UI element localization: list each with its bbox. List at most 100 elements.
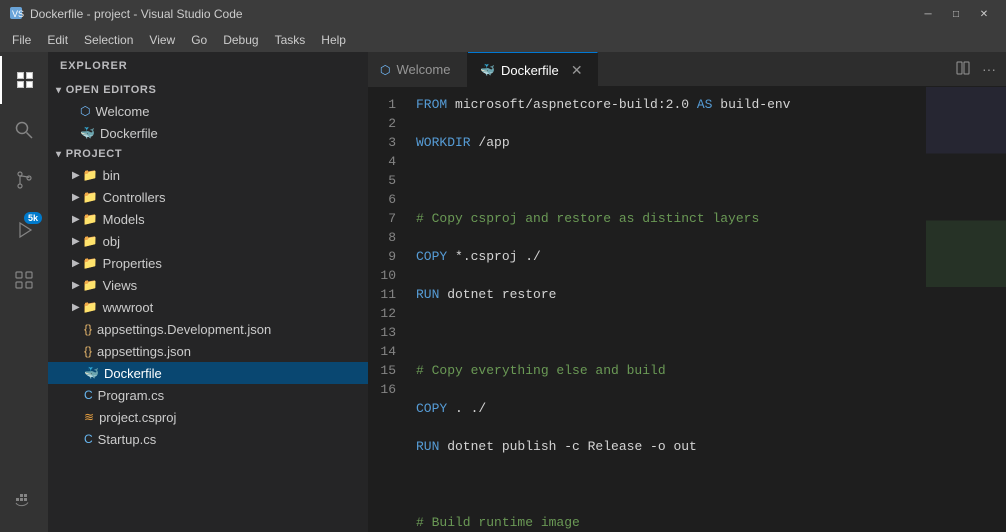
appsettings-icon: {} (84, 344, 92, 358)
file-startup-cs[interactable]: C Startup.cs (48, 428, 368, 450)
main-layout: 5k Explorer ▾ Open E (0, 52, 1006, 532)
tab-bar: ⬡ Welcome 🐳 Dockerfile ✕ ··· (368, 52, 1006, 87)
program-cs-label: Program.cs (98, 388, 164, 403)
models-chevron: ▶ (72, 214, 80, 225)
file-program-cs[interactable]: C Program.cs (48, 384, 368, 406)
startup-cs-label: Startup.cs (98, 432, 157, 447)
tab-dockerfile-close[interactable]: ✕ (569, 62, 585, 78)
tab-dockerfile-label: Dockerfile (501, 63, 559, 78)
minimap (926, 87, 1006, 532)
obj-label: obj (103, 234, 120, 249)
properties-chevron: ▶ (72, 258, 80, 269)
controllers-chevron: ▶ (72, 192, 80, 203)
properties-label: Properties (103, 256, 162, 271)
tab-welcome-label: Welcome (396, 62, 450, 77)
maximize-button[interactable]: □ (942, 0, 970, 28)
project-csproj-icon: ≋ (84, 410, 94, 424)
menu-bar: FileEditSelectionViewGoDebugTasksHelp (0, 28, 1006, 52)
tab-welcome[interactable]: ⬡ Welcome (368, 52, 468, 87)
views-chevron: ▶ (72, 280, 80, 291)
sidebar-title: Explorer (48, 52, 368, 80)
views-icon: 📁 (83, 278, 98, 292)
file-dockerfile[interactable]: 🐳 Dockerfile (48, 362, 368, 384)
file-project-csproj[interactable]: ≋ project.csproj (48, 406, 368, 428)
folder-bin[interactable]: ▶ 📁 bin (48, 164, 368, 186)
menu-item-selection[interactable]: Selection (76, 28, 141, 52)
activity-git[interactable] (0, 156, 48, 204)
line-numbers: 1 2 3 4 5 6 7 8 9 10 11 12 13 14 15 16 (368, 87, 408, 532)
sidebar: Explorer ▾ Open Editors ⬡ Welcome 🐳 Dock… (48, 52, 368, 532)
controllers-label: Controllers (103, 190, 166, 205)
activity-bar: 5k (0, 52, 48, 532)
dockerfile-open-icon: 🐳 (80, 126, 95, 140)
activity-docker[interactable] (0, 476, 48, 524)
editor-content: 1 2 3 4 5 6 7 8 9 10 11 12 13 14 15 16 F… (368, 87, 1006, 532)
appsettings-dev-label: appsettings.Development.json (97, 322, 271, 337)
folder-controllers[interactable]: ▶ 📁 Controllers (48, 186, 368, 208)
file-appsettings-dev[interactable]: {} appsettings.Development.json (48, 318, 368, 340)
startup-cs-icon: C (84, 432, 93, 446)
folder-properties[interactable]: ▶ 📁 Properties (48, 252, 368, 274)
properties-icon: 📁 (83, 256, 98, 270)
minimize-button[interactable]: ─ (914, 0, 942, 28)
menu-item-file[interactable]: File (4, 28, 39, 52)
tab-dockerfile-icon: 🐳 (480, 63, 495, 77)
wwwroot-label: wwwroot (103, 300, 154, 315)
project-csproj-label: project.csproj (99, 410, 176, 425)
file-appsettings[interactable]: {} appsettings.json (48, 340, 368, 362)
menu-item-tasks[interactable]: Tasks (267, 28, 314, 52)
folder-models[interactable]: ▶ 📁 Models (48, 208, 368, 230)
program-cs-icon: C (84, 388, 93, 402)
open-editors-label: Open Editors (66, 84, 157, 96)
close-button[interactable]: ✕ (970, 0, 998, 28)
dockerfile-label: Dockerfile (104, 366, 162, 381)
more-actions-button[interactable]: ··· (978, 59, 1000, 79)
folder-wwwroot[interactable]: ▶ 📁 wwwroot (48, 296, 368, 318)
bin-label: bin (103, 168, 120, 183)
dockerfile-open-label: Dockerfile (100, 126, 158, 141)
views-label: Views (103, 278, 137, 293)
window-title: Dockerfile - project - Visual Studio Cod… (30, 7, 914, 21)
menu-item-edit[interactable]: Edit (39, 28, 76, 52)
controllers-icon: 📁 (83, 190, 98, 204)
bin-icon: 📁 (83, 168, 98, 182)
open-editor-dockerfile[interactable]: 🐳 Dockerfile (48, 122, 368, 144)
window-controls: ─ □ ✕ (914, 0, 998, 28)
open-editors-chevron: ▾ (56, 85, 62, 96)
obj-chevron: ▶ (72, 236, 80, 247)
editor-area: ⬡ Welcome 🐳 Dockerfile ✕ ··· (368, 52, 1006, 532)
menu-item-debug[interactable]: Debug (215, 28, 266, 52)
folder-obj[interactable]: ▶ 📁 obj (48, 230, 368, 252)
debug-badge: 5k (24, 212, 42, 224)
project-header[interactable]: ▾ Project (48, 144, 368, 164)
menu-item-go[interactable]: Go (183, 28, 215, 52)
obj-icon: 📁 (83, 234, 98, 248)
folder-views[interactable]: ▶ 📁 Views (48, 274, 368, 296)
app-icon: VS (8, 5, 24, 24)
dockerfile-icon: 🐳 (84, 366, 99, 380)
tab-dockerfile[interactable]: 🐳 Dockerfile ✕ (468, 52, 598, 87)
bin-chevron: ▶ (72, 170, 80, 181)
code-editor[interactable]: FROM microsoft/aspnetcore-build:2.0 AS b… (408, 87, 926, 532)
open-editor-welcome[interactable]: ⬡ Welcome (48, 100, 368, 122)
menu-item-view[interactable]: View (141, 28, 183, 52)
project-label: Project (66, 148, 123, 160)
menu-item-help[interactable]: Help (313, 28, 354, 52)
wwwroot-chevron: ▶ (72, 302, 80, 313)
appsettings-label: appsettings.json (97, 344, 191, 359)
title-bar: VS Dockerfile - project - Visual Studio … (0, 0, 1006, 28)
project-chevron: ▾ (56, 149, 62, 160)
activity-explorer[interactable] (0, 56, 48, 104)
tab-welcome-icon: ⬡ (380, 63, 390, 77)
welcome-file-icon: ⬡ (80, 104, 90, 118)
models-icon: 📁 (83, 212, 98, 226)
split-editor-button[interactable] (952, 59, 974, 80)
appsettings-dev-icon: {} (84, 322, 92, 336)
minimap-visual (926, 87, 1006, 532)
activity-extensions[interactable] (0, 256, 48, 304)
activity-debug[interactable]: 5k (0, 206, 48, 254)
open-editors-header[interactable]: ▾ Open Editors (48, 80, 368, 100)
wwwroot-icon: 📁 (83, 300, 98, 314)
activity-search[interactable] (0, 106, 48, 154)
svg-text:VS: VS (12, 9, 24, 19)
